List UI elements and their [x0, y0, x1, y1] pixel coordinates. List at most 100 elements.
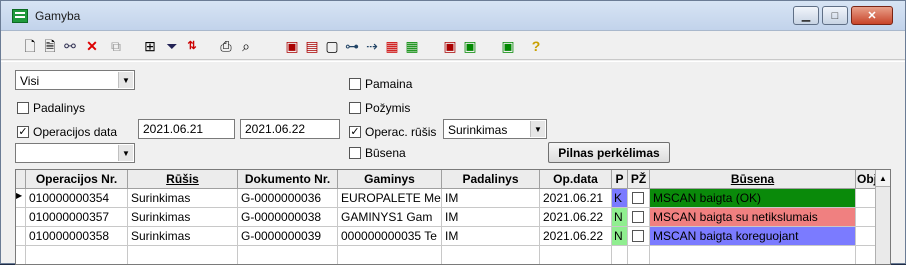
empty-cell	[628, 246, 650, 264]
pozymis-checkbox-box[interactable]	[349, 102, 361, 114]
link-icon[interactable]: ⚯	[61, 37, 79, 55]
operac-rusis-checkbox-box[interactable]: ✓	[349, 126, 361, 138]
filter-icon[interactable]: ⏷	[163, 37, 181, 55]
cell-padalinys: IM	[442, 189, 540, 208]
cell-busena: MSCAN baigta koreguojant	[650, 227, 856, 246]
column-header[interactable]: Būsena	[650, 170, 856, 189]
empty-cell	[540, 246, 612, 264]
cell-padalinys: IM	[442, 208, 540, 227]
new-document-icon[interactable]: 🗋	[21, 37, 39, 55]
title-bar[interactable]: Gamyba ▁ □ ✕	[1, 1, 905, 31]
pozymis-checkbox[interactable]: Požymis	[349, 101, 410, 115]
delete-icon[interactable]: ✕	[83, 37, 101, 55]
cell-pz[interactable]	[628, 189, 650, 208]
empty-cell	[238, 246, 338, 264]
operac-rusis-value: Surinkimas	[448, 123, 508, 137]
print-icon[interactable]: ⎙	[217, 37, 235, 55]
cell-obj	[856, 189, 876, 208]
pz-checkbox[interactable]	[632, 192, 644, 204]
pz-checkbox[interactable]	[632, 211, 644, 223]
table-header: Operacijos Nr. Rūšis Dokumento Nr. Gamin…	[16, 170, 876, 189]
sort-icon[interactable]: ⇅	[183, 37, 201, 55]
date-to-input[interactable]: 2021.06.22	[240, 119, 340, 139]
tool-a-icon[interactable]: ▣	[283, 37, 301, 55]
pamaina-label: Pamaina	[365, 77, 413, 91]
tool-j-icon[interactable]: ▣	[499, 37, 517, 55]
tool-b-icon[interactable]: ▤	[303, 37, 321, 55]
row-indicator-header	[16, 170, 26, 189]
cell-nr: 010000000358	[26, 227, 128, 246]
operac-rusis-select[interactable]: Surinkimas ▼	[443, 119, 547, 139]
busena-checkbox[interactable]: Būsena	[349, 146, 406, 160]
column-header[interactable]: Padalinys	[442, 170, 540, 189]
tool-e-icon[interactable]: ⇢	[363, 37, 381, 55]
column-header[interactable]: Rūšis	[128, 170, 238, 189]
pamaina-checkbox[interactable]: Pamaina	[349, 77, 412, 91]
cell-padalinys: IM	[442, 227, 540, 246]
tool-d-icon[interactable]: ⊶	[343, 37, 361, 55]
table-row[interactable]: ▶ 010000000354 Surinkimas G-0000000036 E…	[16, 189, 876, 208]
toolbar-divider	[1, 61, 905, 62]
tool-i-icon[interactable]: ▣	[461, 37, 479, 55]
tree-icon[interactable]: ⊞	[141, 37, 159, 55]
view-select-value: Visi	[20, 74, 40, 88]
cell-nr: 010000000354	[26, 189, 128, 208]
main-window: Gamyba ▁ □ ✕ 🗋 🗎 ⚯ ✕ ⧉ ⊞ ⏷ ⇅ ⎙ ⌕ ▣ ▤ ▢ ⊶…	[0, 0, 906, 265]
operacijos-data-checkbox[interactable]: ✓ Operacijos data	[17, 125, 117, 139]
cell-pz[interactable]	[628, 227, 650, 246]
operac-rusis-checkbox[interactable]: ✓ Operac. rūšis	[349, 125, 436, 139]
table-row[interactable]: 010000000358 Surinkimas G-0000000039 000…	[16, 227, 876, 246]
minimize-button[interactable]: ▁	[793, 6, 819, 25]
column-header[interactable]: PŽ	[628, 170, 650, 189]
padalinys-checkbox-box[interactable]	[17, 102, 29, 114]
close-button[interactable]: ✕	[851, 6, 893, 25]
cell-pz[interactable]	[628, 208, 650, 227]
help-icon[interactable]: ?	[527, 37, 545, 55]
empty-cell	[856, 246, 876, 264]
padalinys-checkbox[interactable]: Padalinys	[17, 101, 85, 115]
date-from-input[interactable]: 2021.06.21	[138, 119, 235, 139]
cell-dokumentas: G-0000000039	[238, 227, 338, 246]
find-icon[interactable]: ⌕	[237, 37, 255, 55]
empty-cell	[612, 246, 628, 264]
column-header[interactable]: Operacijos Nr.	[26, 170, 128, 189]
copy-icon[interactable]: ⧉	[107, 37, 125, 55]
column-header[interactable]: Gaminys	[338, 170, 442, 189]
tool-f-icon[interactable]: ▦	[383, 37, 401, 55]
scroll-up-icon[interactable]: ▲	[876, 170, 890, 187]
column-header[interactable]: Obj	[856, 170, 876, 189]
cell-nr: 010000000357	[26, 208, 128, 227]
column-header[interactable]: Dokumento Nr.	[238, 170, 338, 189]
busena-checkbox-box[interactable]	[349, 147, 361, 159]
cell-data: 2021.06.21	[540, 189, 612, 208]
operacijos-data-checkbox-box[interactable]: ✓	[17, 126, 29, 138]
view-select[interactable]: Visi ▼	[15, 70, 135, 90]
padalinys-label: Padalinys	[33, 101, 86, 115]
tool-g-icon[interactable]: ▦	[403, 37, 421, 55]
cell-obj	[856, 208, 876, 227]
table-row[interactable]: 010000000357 Surinkimas G-0000000038 GAM…	[16, 208, 876, 227]
row-indicator	[16, 246, 26, 264]
extra-select[interactable]: ▼	[15, 143, 135, 163]
edit-document-icon[interactable]: 🗎	[41, 37, 59, 55]
cell-busena: MSCAN baigta (OK)	[650, 189, 856, 208]
maximize-button[interactable]: □	[822, 6, 848, 25]
cell-data: 2021.06.22	[540, 227, 612, 246]
cell-obj	[856, 227, 876, 246]
tool-h-icon[interactable]: ▣	[441, 37, 459, 55]
cell-busena: MSCAN baigta su netikslumais	[650, 208, 856, 227]
table-row-empty	[16, 246, 876, 264]
column-header[interactable]: P	[612, 170, 628, 189]
row-indicator	[16, 208, 26, 227]
operacijos-data-label: Operacijos data	[33, 125, 118, 139]
pz-checkbox[interactable]	[632, 230, 644, 242]
cell-dokumentas: G-0000000038	[238, 208, 338, 227]
toolbar: 🗋 🗎 ⚯ ✕ ⧉ ⊞ ⏷ ⇅ ⎙ ⌕ ▣ ▤ ▢ ⊶ ⇢ ▦ ▦ ▣ ▣ ▣ …	[1, 32, 905, 60]
full-transfer-button[interactable]: Pilnas perkėlimas	[548, 142, 670, 163]
chevron-down-icon: ▼	[118, 72, 133, 88]
vertical-scrollbar[interactable]: ▲	[875, 170, 890, 264]
pamaina-checkbox-box[interactable]	[349, 78, 361, 90]
app-icon	[12, 9, 28, 23]
tool-c-icon[interactable]: ▢	[323, 37, 341, 55]
column-header[interactable]: Op.data	[540, 170, 612, 189]
